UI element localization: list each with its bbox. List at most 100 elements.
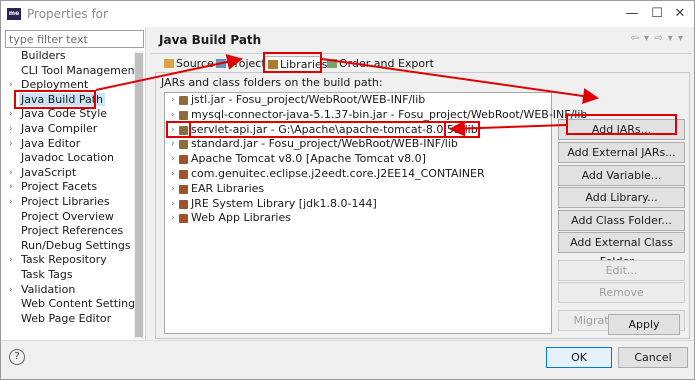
edit-button[interactable]: Edit... <box>558 260 685 281</box>
tree-item[interactable]: CLI Tool Management <box>1 64 139 79</box>
history-nav-arrows[interactable]: ⇦ ▾ ⇨ ▾ ▾ <box>630 33 684 44</box>
tree-item[interactable]: Javadoc Location <box>1 151 133 166</box>
expand-chevron-icon[interactable]: › <box>171 93 175 108</box>
libraries-tab-body: JARs and class folders on the build path… <box>155 72 690 339</box>
tree-item[interactable]: Web Page Editor <box>1 312 133 327</box>
tree-item[interactable]: Web Content Settings <box>1 297 141 312</box>
close-button[interactable]: ✕ <box>669 4 691 24</box>
jar-icon <box>179 96 188 105</box>
bottom-divider <box>1 340 694 341</box>
tree-item-label: Java Build Path <box>19 92 106 106</box>
tree-item-label: Java Compiler <box>21 121 98 135</box>
library-list-item[interactable]: › standard.jar - Fosu_project/WebRoot/WEB… <box>165 137 551 152</box>
help-icon[interactable]: ? <box>9 349 25 365</box>
add-jars-button[interactable]: Add JARs... <box>558 119 685 140</box>
tree-item[interactable]: › Java Code Style <box>1 107 133 122</box>
tree-item-label: Web Page Editor <box>21 311 112 325</box>
add-external-jars-button[interactable]: Add External JARs... <box>558 142 685 163</box>
libraries-icon <box>268 60 278 69</box>
tree-item[interactable]: › Task Repository <box>1 253 133 268</box>
tree-item-label: Builders <box>21 49 66 62</box>
add-class-folder-button[interactable]: Add Class Folder... <box>558 210 685 231</box>
tree-item-label: Javadoc Location <box>21 151 115 165</box>
tree-item[interactable]: Run/Debug Settings <box>1 239 133 254</box>
tree-item[interactable]: Task Tags <box>1 268 133 283</box>
expand-chevron-icon[interactable]: › <box>9 107 13 122</box>
library-list-item[interactable]: › jstl.jar - Fosu_project/WebRoot/WEB-INF… <box>165 93 551 108</box>
tree-item[interactable]: › Project Facets <box>1 180 133 195</box>
expand-chevron-icon[interactable]: › <box>9 180 13 195</box>
tab-source[interactable]: Source <box>161 56 214 72</box>
left-scrollbar[interactable] <box>134 51 144 339</box>
maximize-button[interactable]: ☐ <box>646 4 668 24</box>
expand-chevron-icon[interactable]: › <box>9 283 13 298</box>
header-divider <box>151 53 692 54</box>
tree-item-label: CLI Tool Management <box>21 63 139 77</box>
left-scrollbar-thumb[interactable] <box>135 53 143 337</box>
jar-icon <box>179 140 188 150</box>
expand-chevron-icon[interactable]: › <box>9 166 13 181</box>
expand-chevron-icon[interactable]: › <box>9 78 13 93</box>
library-list-item[interactable]: › EAR Libraries <box>165 182 551 197</box>
tree-item[interactable]: Project Overview <box>1 210 133 225</box>
expand-chevron-icon[interactable]: › <box>9 195 13 210</box>
library-item-label: Apache Tomcat v8.0 [Apache Tomcat v8.0] <box>191 152 426 166</box>
library-icon <box>179 199 188 209</box>
tree-item-label: Deployment <box>21 78 89 92</box>
expand-chevron-icon[interactable]: › <box>9 253 13 268</box>
expand-chevron-icon[interactable]: › <box>171 197 175 212</box>
tab-projects[interactable]: Projects <box>213 56 271 72</box>
ok-button[interactable]: OK <box>546 347 612 368</box>
expand-chevron-icon[interactable]: › <box>171 108 175 123</box>
library-list-item[interactable]: › com.genuitec.eclipse.j2eedt.core.J2EE14… <box>165 167 551 182</box>
libraries-list[interactable]: › jstl.jar - Fosu_project/WebRoot/WEB-INF… <box>164 92 587 334</box>
expand-chevron-icon[interactable]: › <box>171 137 175 152</box>
tree-item[interactable]: Project References <box>1 224 133 239</box>
add-variable-button[interactable]: Add Variable... <box>558 165 685 186</box>
tree-item[interactable]: › Java Editor <box>1 137 133 152</box>
library-item-label: mysql-connector-java-5.1.37-bin.jar - Fo… <box>191 107 588 121</box>
order-export-icon <box>327 59 337 68</box>
remove-button[interactable]: Remove <box>558 282 685 303</box>
tab-libraries[interactable]: Libraries <box>264 56 328 73</box>
add-external-class-folder-button[interactable]: Add External Class Folder... <box>558 232 685 268</box>
library-list-item[interactable]: › mysql-connector-java-5.1.37-bin.jar - F… <box>165 108 587 123</box>
tree-item[interactable]: › Deployment <box>1 78 133 93</box>
expand-chevron-icon[interactable]: › <box>9 122 13 137</box>
tree-item[interactable]: › Java Compiler <box>1 122 133 137</box>
tree-item-label: Validation <box>21 282 76 296</box>
library-icon <box>179 169 188 179</box>
tree-item[interactable]: › Project Libraries <box>1 195 133 210</box>
expand-chevron-icon[interactable]: › <box>171 167 175 182</box>
library-icon <box>179 184 188 194</box>
right-panel: Java Build Path ⇦ ▾ ⇨ ▾ ▾ Source Project… <box>151 27 692 340</box>
tree-item[interactable]: Java Build Path <box>1 92 133 108</box>
library-list-item[interactable]: › JRE System Library [jdk1.8.0-144] <box>165 197 551 212</box>
expand-chevron-icon[interactable]: › <box>171 152 175 167</box>
projects-icon <box>216 59 226 68</box>
title-bar: me Properties for — ☐ ✕ <box>1 1 694 27</box>
tree-item-label: Project Overview <box>21 209 114 223</box>
properties-window: me Properties for — ☐ ✕ BuildersCLI Tool… <box>0 0 695 380</box>
expand-chevron-icon[interactable]: › <box>9 137 13 152</box>
minimize-button[interactable]: — <box>621 4 643 24</box>
library-list-item[interactable]: › Apache Tomcat v8.0 [Apache Tomcat v8.0] <box>165 152 551 167</box>
expand-chevron-icon[interactable]: › <box>171 123 175 138</box>
tab-order-export[interactable]: Order and Export <box>324 56 434 72</box>
cancel-button[interactable]: Cancel <box>618 347 688 368</box>
source-folder-icon <box>164 59 174 68</box>
tree-item-label: Project Libraries <box>21 194 110 208</box>
library-list-item[interactable]: › Web App Libraries <box>165 211 551 226</box>
library-list-item[interactable]: › servlet-api.jar - G:\Apache\apache-tomc… <box>165 120 551 138</box>
tab-source-label: Source <box>176 57 214 70</box>
apply-button[interactable]: Apply <box>608 314 680 335</box>
window-title: Properties for <box>27 7 108 21</box>
tree-item[interactable]: › Validation <box>1 283 133 298</box>
tree-item[interactable]: › JavaScript <box>1 166 133 181</box>
add-library-button[interactable]: Add Library... <box>558 187 685 208</box>
tree-item[interactable]: Builders <box>1 49 133 64</box>
filter-input[interactable] <box>5 30 144 48</box>
expand-chevron-icon[interactable]: › <box>171 182 175 197</box>
library-item-label: jstl.jar - Fosu_project/WebRoot/WEB-INF/… <box>191 93 426 106</box>
expand-chevron-icon[interactable]: › <box>171 211 175 226</box>
